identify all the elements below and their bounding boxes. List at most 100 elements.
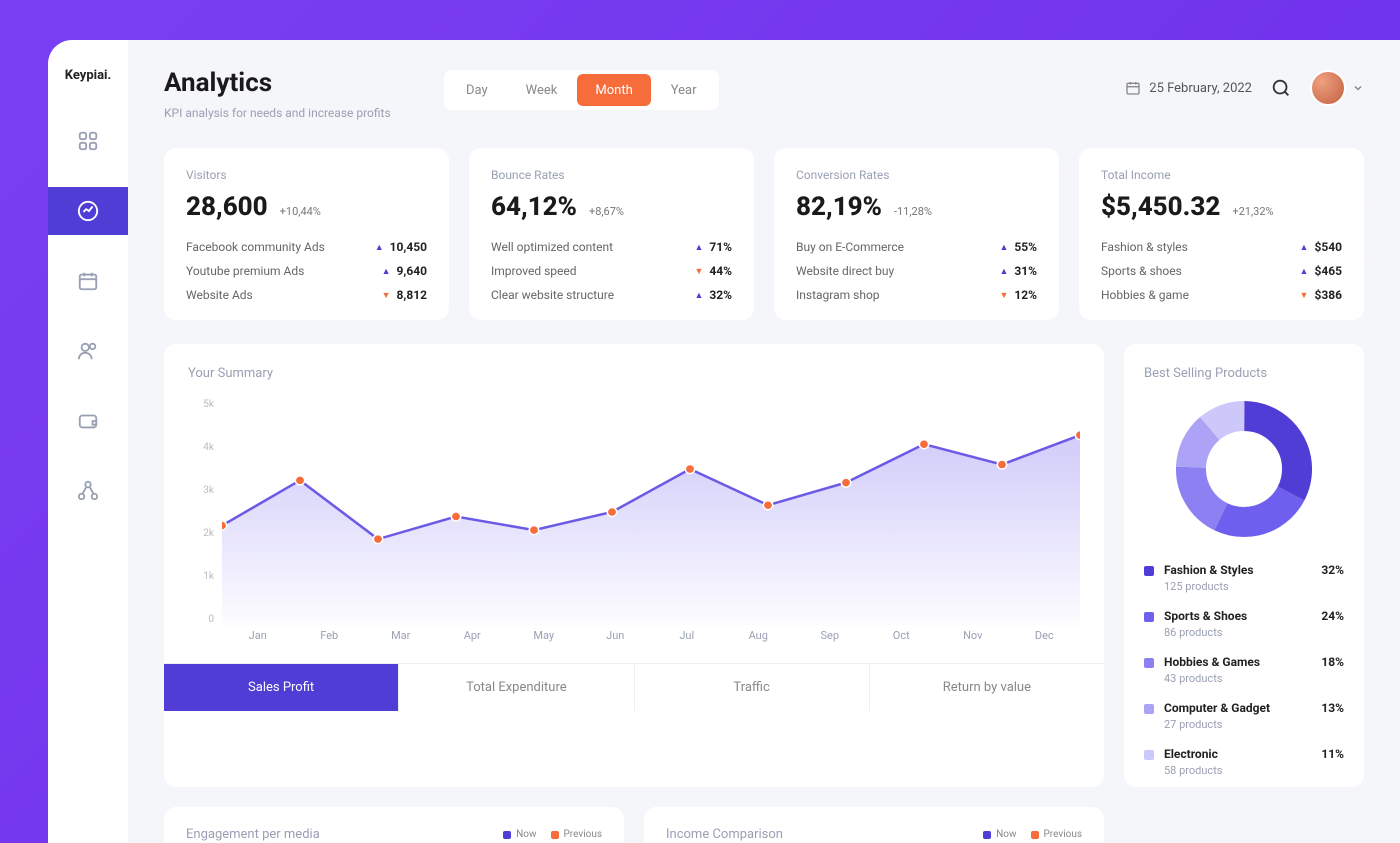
- legend-now: Now: [996, 829, 1016, 840]
- kpi-item-value: 32%: [709, 288, 732, 302]
- best-sub: 125 products: [1164, 580, 1254, 593]
- best-sub: 27 products: [1164, 718, 1270, 731]
- brand-logo: Keypiai.: [65, 68, 112, 83]
- best-item: Computer & Gadget 27 products 13%: [1144, 701, 1344, 731]
- best-title: Best Selling Products: [1144, 366, 1344, 381]
- date-text: 25 February, 2022: [1149, 81, 1252, 96]
- summary-tab-2[interactable]: Traffic: [635, 664, 870, 711]
- summary-chart: 5k4k3k2k1k0 JanFebMarAprMayJunJulAugSepO…: [188, 399, 1080, 649]
- income-legend: Now Previous: [983, 829, 1082, 840]
- kpi-item-label: Buy on E-Commerce: [796, 240, 999, 254]
- kpi-card-0: Visitors 28,600 +10,44% Facebook communi…: [164, 148, 449, 320]
- nav-share[interactable]: [52, 467, 124, 515]
- kpi-item-label: Website direct buy: [796, 264, 999, 278]
- kpi-item-label: Hobbies & game: [1101, 288, 1300, 302]
- main-content: Analytics KPI analysis for needs and inc…: [128, 40, 1400, 843]
- kpi-item-label: Facebook community Ads: [186, 240, 375, 254]
- kpi-item: Website Ads ▼ 8,812: [186, 288, 427, 302]
- nav-calendar[interactable]: [52, 257, 124, 305]
- summary-title: Your Summary: [188, 366, 1080, 381]
- period-tab-day[interactable]: Day: [448, 74, 506, 106]
- best-pct: 11%: [1321, 747, 1344, 761]
- nav-users[interactable]: [52, 327, 124, 375]
- summary-tab-1[interactable]: Total Expenditure: [399, 664, 634, 711]
- kpi-item-value: $465: [1314, 264, 1342, 278]
- app-window: Keypiai. Analytics KPI analysis for need…: [48, 40, 1400, 843]
- best-item: Fashion & Styles 125 products 32%: [1144, 563, 1344, 593]
- kpi-item-label: Instagram shop: [796, 288, 999, 302]
- grid-icon: [77, 130, 99, 152]
- kpi-label: Total Income: [1101, 168, 1342, 182]
- best-list: Fashion & Styles 125 products 32% Sports…: [1144, 563, 1344, 777]
- color-swatch: [1144, 612, 1154, 622]
- data-point: [529, 526, 538, 535]
- kpi-item-label: Improved speed: [491, 264, 694, 278]
- best-pct: 32%: [1321, 563, 1344, 577]
- data-point: [451, 512, 460, 521]
- data-point: [607, 508, 616, 517]
- kpi-item: Facebook community Ads ▲ 10,450: [186, 240, 427, 254]
- bottom-spacer: [1124, 807, 1364, 843]
- summary-plot: [222, 399, 1080, 625]
- date-display[interactable]: 25 February, 2022: [1125, 80, 1252, 96]
- kpi-item: Youtube premium Ads ▲ 9,640: [186, 264, 427, 278]
- nav-wallet[interactable]: [52, 397, 124, 445]
- kpi-item-label: Website Ads: [186, 288, 382, 302]
- kpi-card-2: Conversion Rates 82,19% -11,28% Buy on E…: [774, 148, 1059, 320]
- kpi-item: Sports & shoes ▲ $465: [1101, 264, 1342, 278]
- donut-chart: [1174, 399, 1314, 539]
- color-swatch: [1144, 658, 1154, 668]
- kpi-item: Improved speed ▼ 44%: [491, 264, 732, 278]
- legend-prev: Previous: [1044, 829, 1083, 840]
- kpi-value: $5,450.32: [1101, 192, 1220, 222]
- kpi-card-3: Total Income $5,450.32 +21,32% Fashion &…: [1079, 148, 1364, 320]
- summary-tab-0[interactable]: Sales Profit: [164, 664, 399, 711]
- nav-dashboard[interactable]: [52, 117, 124, 165]
- arrow-down-icon: ▼: [999, 290, 1008, 301]
- nav-analytics[interactable]: [48, 187, 128, 235]
- kpi-item: Fashion & styles ▲ $540: [1101, 240, 1342, 254]
- kpi-item: Well optimized content ▲ 71%: [491, 240, 732, 254]
- page-title: Analytics: [164, 68, 424, 98]
- summary-tabs: Sales ProfitTotal ExpenditureTrafficRetu…: [164, 663, 1104, 711]
- arrow-up-icon: ▲: [999, 266, 1008, 277]
- search-icon[interactable]: [1270, 77, 1292, 99]
- period-tab-year[interactable]: Year: [653, 74, 715, 106]
- best-name: Electronic: [1164, 747, 1222, 761]
- users-icon: [77, 340, 99, 362]
- kpi-item: Clear website structure ▲ 32%: [491, 288, 732, 302]
- summary-tab-3[interactable]: Return by value: [870, 664, 1104, 711]
- kpi-label: Visitors: [186, 168, 427, 182]
- summary-card: Your Summary 5k4k3k2k1k0 JanFebMarAprMay…: [164, 344, 1104, 787]
- kpi-item: Website direct buy ▲ 31%: [796, 264, 1037, 278]
- data-point: [1075, 431, 1080, 440]
- kpi-item-value: 44%: [709, 264, 732, 278]
- data-point: [997, 460, 1006, 469]
- arrow-down-icon: ▼: [1300, 290, 1309, 301]
- kpi-label: Conversion Rates: [796, 168, 1037, 182]
- user-menu[interactable]: [1310, 70, 1364, 106]
- arrow-up-icon: ▲: [375, 242, 384, 253]
- y-axis-labels: 5k4k3k2k1k0: [188, 399, 214, 625]
- best-pct: 13%: [1321, 701, 1344, 715]
- data-point: [222, 521, 227, 530]
- sidebar: Keypiai.: [48, 40, 128, 843]
- kpi-delta: +10,44%: [280, 205, 321, 218]
- arrow-up-icon: ▲: [694, 242, 703, 253]
- avatar: [1310, 70, 1346, 106]
- best-item: Hobbies & Games 43 products 18%: [1144, 655, 1344, 685]
- kpi-item-value: 71%: [709, 240, 732, 254]
- arrow-up-icon: ▲: [999, 242, 1008, 253]
- best-pct: 18%: [1321, 655, 1344, 669]
- legend-now: Now: [516, 829, 536, 840]
- period-tab-week[interactable]: Week: [508, 74, 576, 106]
- color-swatch: [1144, 750, 1154, 760]
- legend-prev: Previous: [564, 829, 603, 840]
- period-tab-month[interactable]: Month: [577, 74, 650, 106]
- data-point: [763, 501, 772, 510]
- arrow-up-icon: ▲: [382, 266, 391, 277]
- kpi-label: Bounce Rates: [491, 168, 732, 182]
- kpi-item-value: 12%: [1014, 288, 1037, 302]
- period-tabs: DayWeekMonthYear: [444, 70, 719, 110]
- best-name: Hobbies & Games: [1164, 655, 1260, 669]
